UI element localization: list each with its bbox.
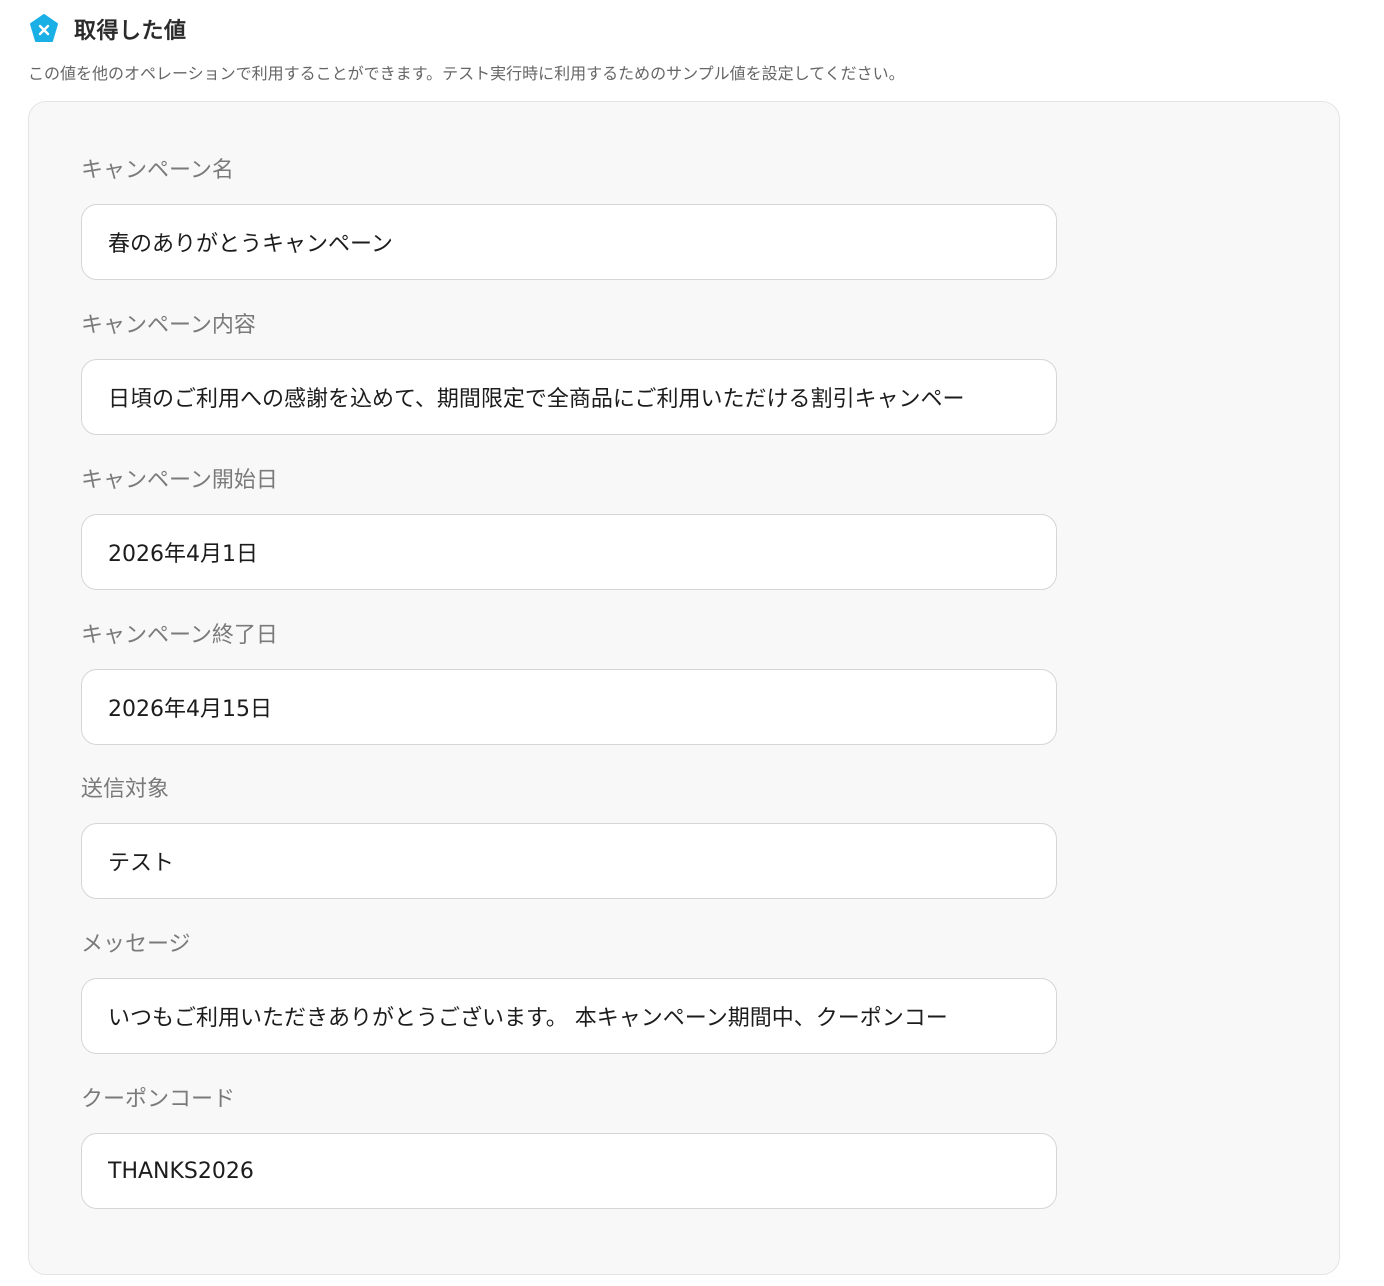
field-value: 2026年4月15日 bbox=[108, 697, 272, 722]
variable-x-icon bbox=[28, 13, 60, 45]
section-title: 取得した値 bbox=[74, 19, 187, 44]
send-target-input[interactable]: テスト bbox=[81, 823, 1057, 899]
field-label: キャンペーン終了日 bbox=[81, 623, 278, 648]
field-send-target: 送信対象 テスト bbox=[81, 775, 1057, 899]
field-value: テスト bbox=[108, 851, 175, 876]
field-label: キャンペーン内容 bbox=[81, 313, 256, 338]
section-header: 取得した値 bbox=[28, 12, 187, 46]
field-value: 春のありがとうキャンペーン bbox=[108, 232, 393, 257]
field-campaign-start-date: キャンペーン開始日 2026年4月1日 bbox=[81, 466, 1057, 590]
campaign-content-input[interactable]: 日頃のご利用への感謝を込めて、期間限定で全商品にご利用いただける割引キャンペー bbox=[81, 359, 1057, 435]
campaign-name-input[interactable]: 春のありがとうキャンペーン bbox=[81, 204, 1057, 280]
field-value: 日頃のご利用への感謝を込めて、期間限定で全商品にご利用いただける割引キャンペー bbox=[108, 387, 965, 412]
field-label: キャンペーン名 bbox=[81, 158, 234, 183]
field-label: クーポンコード bbox=[81, 1087, 236, 1112]
field-value: いつもご利用いただきありがとうございます。 本キャンペーン期間中、クーポンコー bbox=[108, 1006, 948, 1031]
field-value: THANKS2026 bbox=[108, 1158, 254, 1184]
field-value: 2026年4月1日 bbox=[108, 542, 258, 567]
field-label: 送信対象 bbox=[81, 777, 170, 802]
field-coupon-code: クーポンコード THANKS2026 bbox=[81, 1085, 1057, 1209]
coupon-code-input[interactable]: THANKS2026 bbox=[81, 1133, 1057, 1209]
field-campaign-name: キャンペーン名 春のありがとうキャンペーン bbox=[81, 156, 1057, 280]
field-label: キャンペーン開始日 bbox=[81, 468, 278, 493]
page: 取得した値 この値を他のオペレーションで利用することができます。テスト実行時に利… bbox=[0, 0, 1384, 1286]
message-input[interactable]: いつもご利用いただきありがとうございます。 本キャンペーン期間中、クーポンコー bbox=[81, 978, 1057, 1054]
field-campaign-content: キャンペーン内容 日頃のご利用への感謝を込めて、期間限定で全商品にご利用いただけ… bbox=[81, 311, 1057, 435]
values-panel: キャンペーン名 春のありがとうキャンペーン キャンペーン内容 日頃のご利用への感… bbox=[28, 101, 1340, 1275]
campaign-end-date-input[interactable]: 2026年4月15日 bbox=[81, 669, 1057, 745]
field-label: メッセージ bbox=[81, 932, 191, 957]
campaign-start-date-input[interactable]: 2026年4月1日 bbox=[81, 514, 1057, 590]
field-campaign-end-date: キャンペーン終了日 2026年4月15日 bbox=[81, 621, 1057, 745]
field-message: メッセージ いつもご利用いただきありがとうございます。 本キャンペーン期間中、ク… bbox=[81, 930, 1057, 1054]
section-description: この値を他のオペレーションで利用することができます。テスト実行時に利用するための… bbox=[28, 64, 905, 83]
